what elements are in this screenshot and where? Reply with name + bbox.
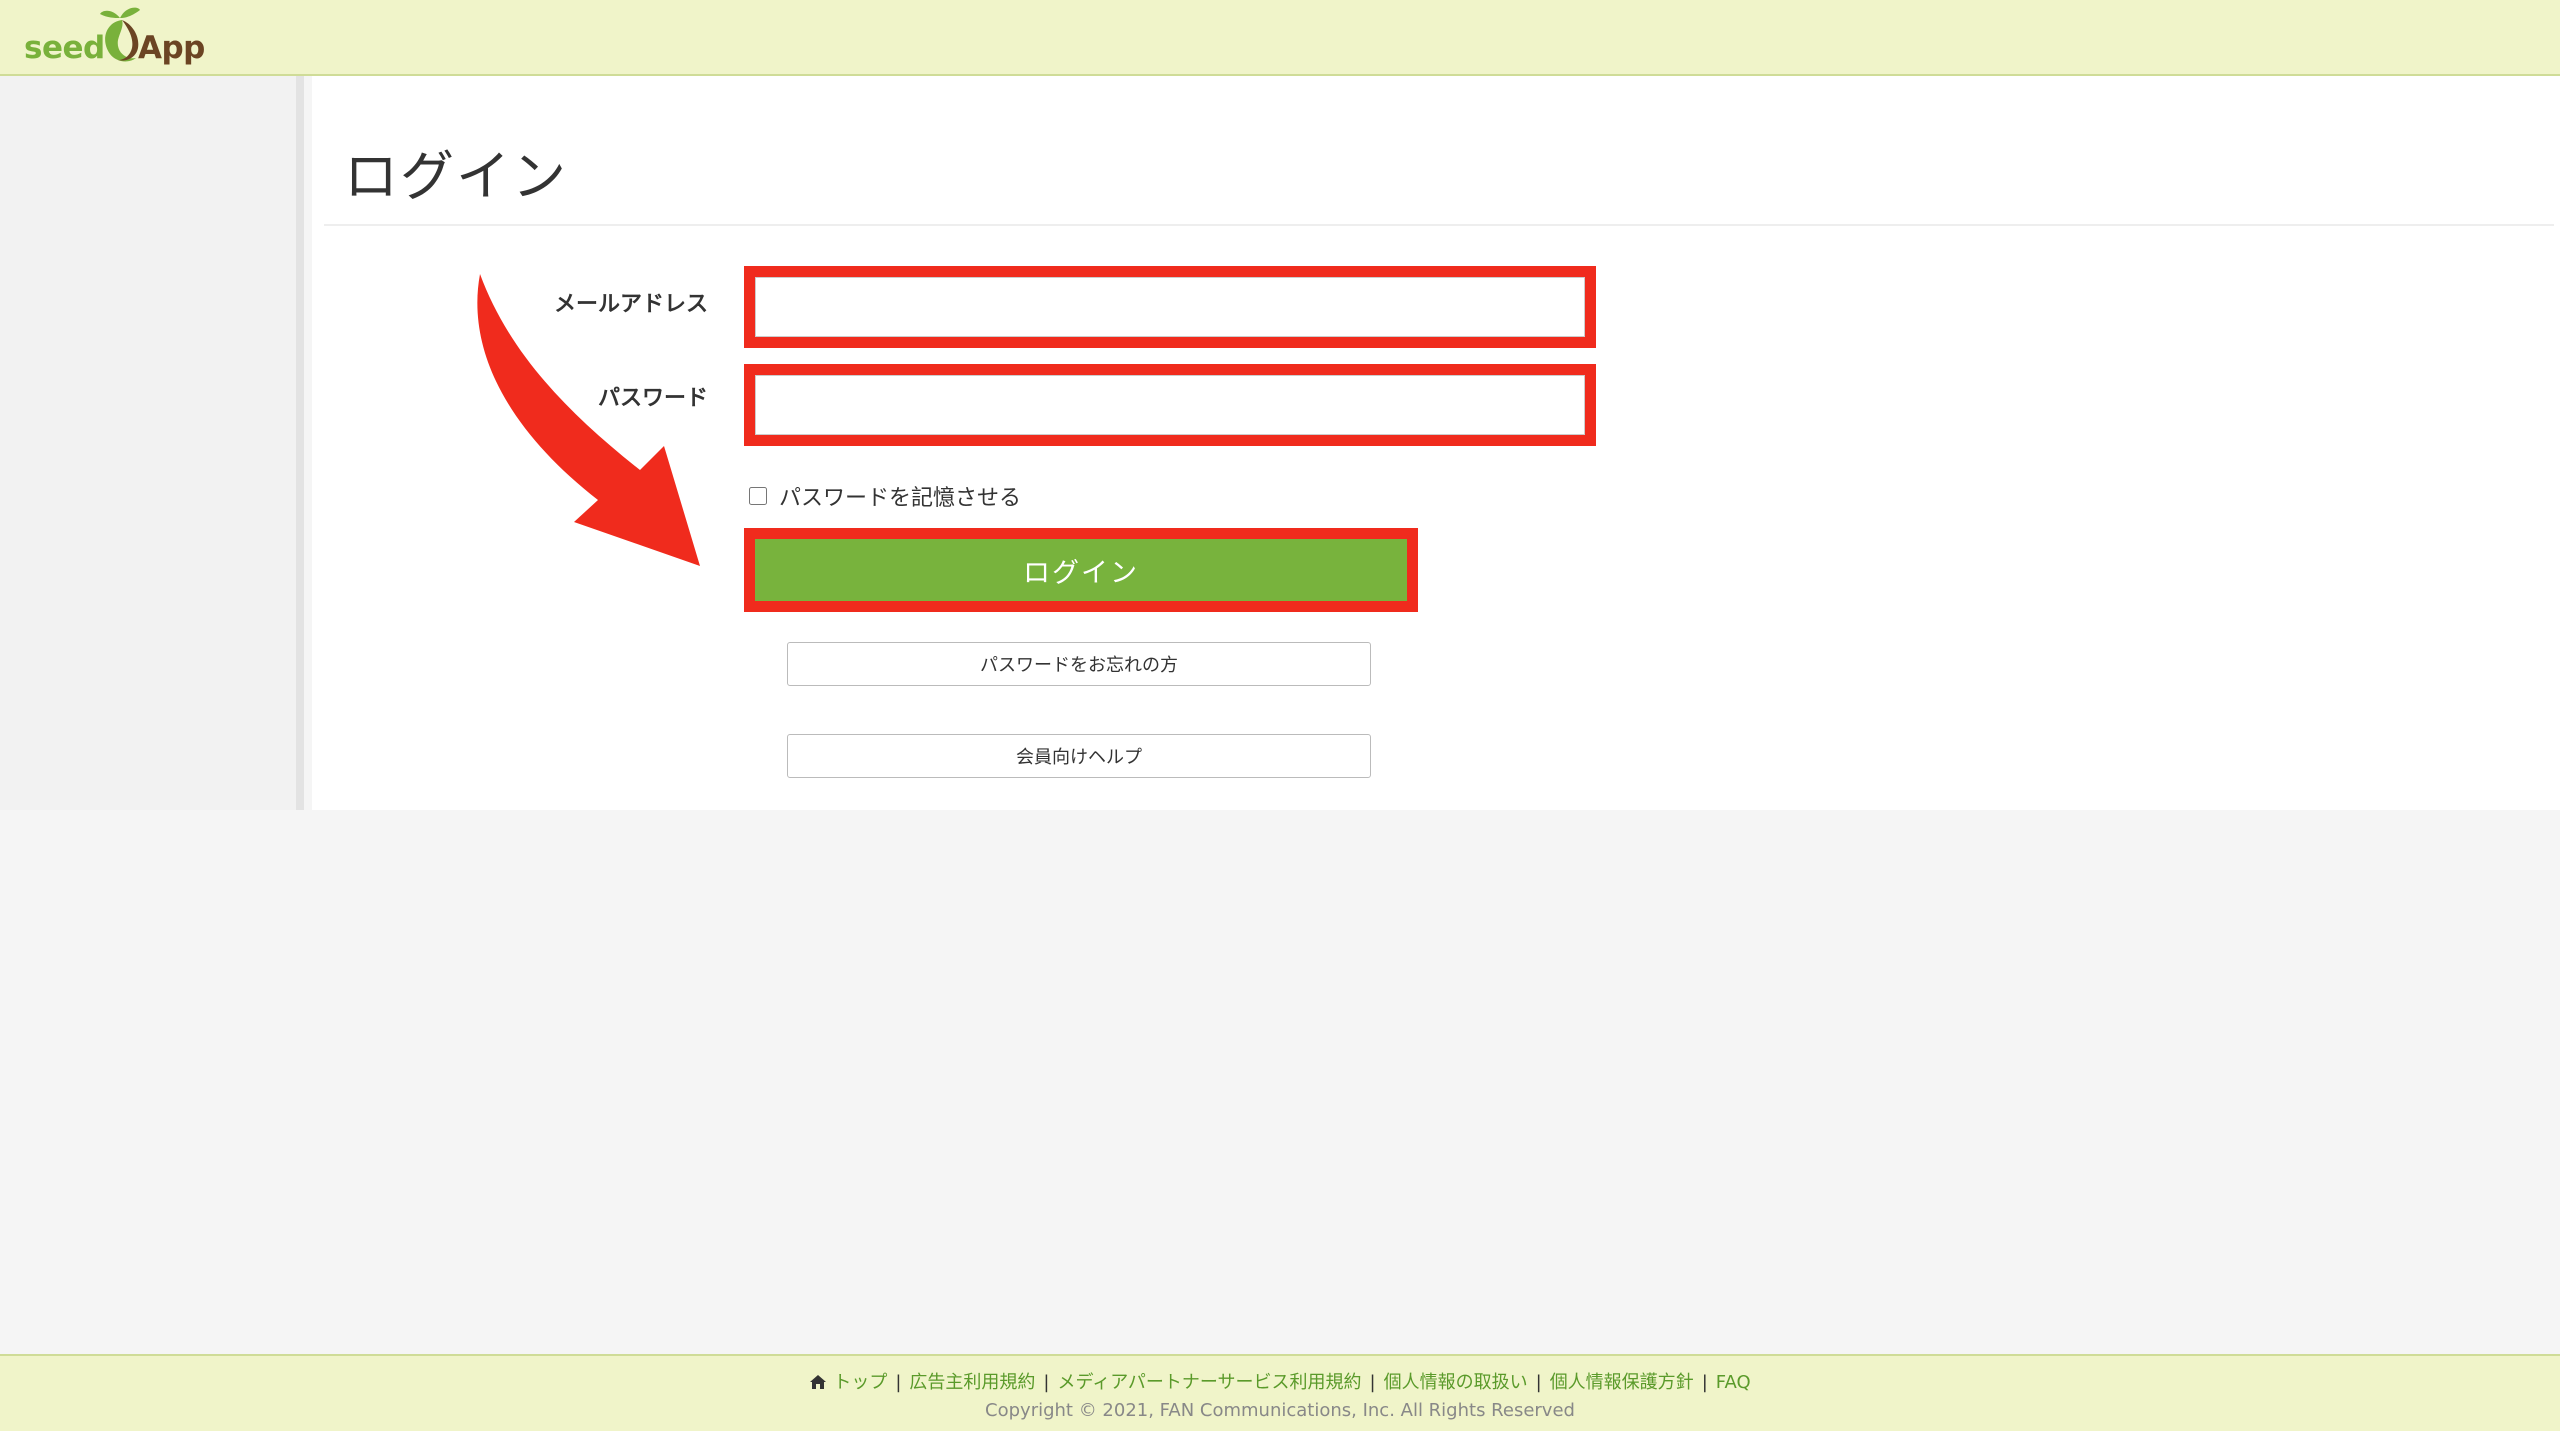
footer-link-media-partner-terms[interactable]: メディアパートナーサービス利用規約 [1058,1372,1362,1393]
footer-separator: | [1535,1372,1542,1393]
page-title: ログイン [344,145,568,208]
footer-link-personal-info-handling[interactable]: 個人情報の取扱い [1384,1372,1528,1393]
login-button-highlight: ログイン [744,528,1418,612]
footer-link-top[interactable]: トップ [809,1372,887,1393]
email-field-highlight [744,266,1596,348]
header-bar: seed App [0,0,2560,76]
forgot-password-button[interactable]: パスワードをお忘れの方 [787,642,1371,686]
footer-link-privacy-policy[interactable]: 個人情報保護方針 [1550,1372,1694,1393]
footer-link-advertiser-terms[interactable]: 広告主利用規約 [909,1372,1035,1393]
footer-separator: | [1043,1372,1050,1393]
footer-separator: | [1701,1372,1708,1393]
password-field[interactable] [755,375,1585,435]
password-label: パスワード [597,386,708,411]
footer-separator: | [895,1372,902,1393]
left-sidebar [0,76,304,810]
home-icon [810,1375,827,1389]
copyright-text: Copyright © 2021, FAN Communications, In… [985,1400,1575,1421]
main-panel: ログイン メールアドレス パスワード パスワードを記憶させる ログイン パスワー… [312,76,2560,810]
remember-password-label: パスワードを記憶させる [779,486,1022,511]
seedapp-logo[interactable]: seed App [24,4,224,72]
remember-password-option[interactable]: パスワードを記憶させる [749,480,1021,512]
logo-app-text: App [138,30,205,66]
footer-link-top-label: トップ [833,1372,888,1393]
remember-password-checkbox[interactable] [749,487,767,505]
footer-link-faq[interactable]: FAQ [1716,1372,1751,1393]
title-divider [324,224,2554,226]
email-field[interactable] [755,277,1585,337]
footer-separator: | [1369,1372,1376,1393]
password-field-highlight [744,364,1596,446]
member-help-button[interactable]: 会員向けヘルプ [787,734,1371,778]
footer-links: トップ | 広告主利用規約 | メディアパートナーサービス利用規約 | 個人情報の取扱い | 個… [0,1368,2560,1394]
login-button[interactable]: ログイン [755,539,1407,601]
email-label: メールアドレス [553,292,708,317]
footer-bar: トップ | 広告主利用規約 | メディアパートナーサービス利用規約 | 個人情報の取扱い | 個… [0,1354,2560,1431]
